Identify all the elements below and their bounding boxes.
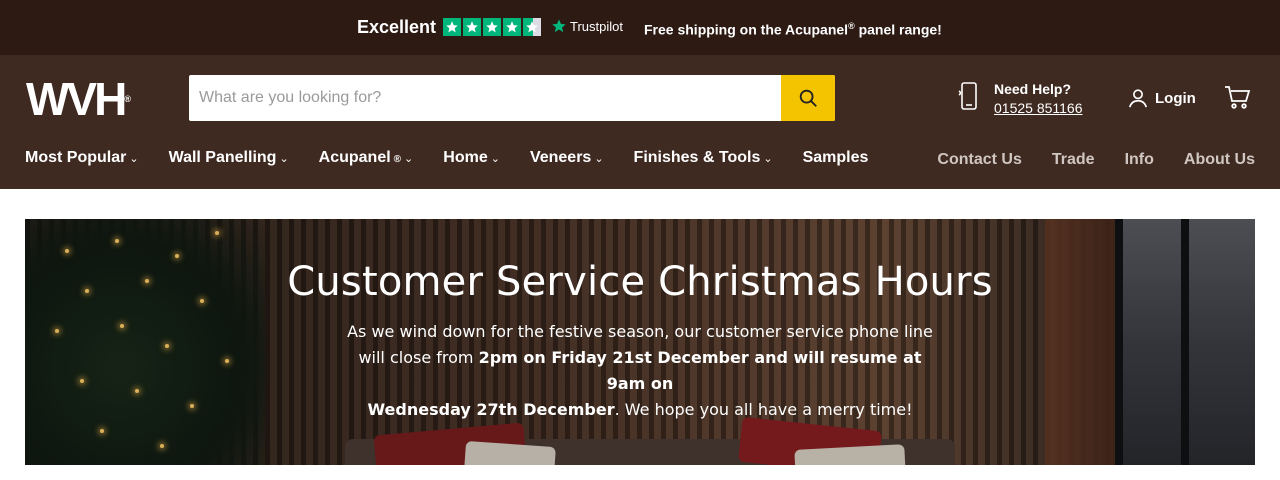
nav-label: Finishes & Tools	[633, 149, 761, 166]
help-contact: Need Help? 01525 851166	[958, 81, 1083, 116]
help-phone-link[interactable]: 01525 851166	[994, 100, 1083, 116]
trustpilot-label: Trustpilot	[570, 18, 623, 34]
trustpilot-logo[interactable]: Trustpilot	[551, 18, 623, 34]
cart-icon	[1225, 86, 1251, 109]
need-help-label: Need Help?	[994, 81, 1072, 97]
banner-message: As we wind down for the festive season, …	[340, 319, 940, 423]
search-button[interactable]	[781, 75, 835, 121]
nav-item-trade[interactable]: Trade	[1052, 151, 1095, 169]
cart-button[interactable]	[1223, 84, 1251, 115]
nav-item-finishes-tools[interactable]: Finishes & Tools ⌄	[634, 149, 773, 167]
chevron-down-icon: ⌄	[404, 153, 414, 165]
search-input[interactable]	[189, 75, 781, 121]
nav-item-wall-panelling[interactable]: Wall Panelling ⌄	[169, 149, 289, 167]
half-star-icon	[523, 18, 541, 36]
banner-text-line1: As we wind down for the festive season, …	[347, 322, 933, 341]
registered-mark: ®	[393, 154, 402, 165]
nav-item-most-popular[interactable]: Most Popular ⌄	[25, 149, 139, 167]
nav-label: Acupanel	[318, 149, 391, 166]
nav-label: Trade	[1051, 151, 1095, 168]
search-icon	[799, 89, 817, 107]
christmas-hours-banner[interactable]: Customer Service Christmas Hours As we w…	[25, 219, 1255, 465]
nav-label: Samples	[802, 149, 869, 166]
primary-nav: Most Popular ⌄ Wall Panelling ⌄ Acupanel ® ⌄…	[25, 149, 868, 167]
chevron-down-icon: ⌄	[279, 153, 289, 165]
nav-item-veneers[interactable]: Veneers ⌄	[530, 149, 604, 167]
nav-item-contact-us[interactable]: Contact Us	[937, 151, 1021, 169]
shipping-message: Free shipping on the Acupanel® panel ran…	[644, 21, 942, 38]
wvh-logo[interactable]: WVH®	[26, 76, 131, 122]
trustpilot-star-icon	[552, 19, 566, 33]
chevron-down-icon: ⌄	[763, 153, 773, 165]
chevron-down-icon: ⌄	[129, 153, 139, 165]
nav-label: Most Popular	[25, 149, 127, 166]
announcement-bar: Excellent Trustpilot Free shipping on th…	[0, 0, 1280, 55]
user-icon	[1128, 89, 1148, 108]
site-header: WVH® Need Help? 01525 851166 Login Most …	[0, 55, 1280, 189]
secondary-nav: Contact Us Trade Info About Us	[937, 151, 1255, 169]
star-icon	[503, 18, 521, 36]
nav-label: Home	[443, 149, 488, 166]
chevron-down-icon: ⌄	[594, 153, 604, 165]
nav-label: Info	[1124, 151, 1154, 168]
nav-item-info[interactable]: Info	[1125, 151, 1154, 169]
star-icon	[483, 18, 501, 36]
nav-item-about-us[interactable]: About Us	[1184, 151, 1255, 169]
nav-item-acupanel[interactable]: Acupanel ® ⌄	[319, 149, 414, 167]
nav-label: About Us	[1183, 151, 1255, 168]
search-bar	[189, 75, 835, 121]
chevron-down-icon: ⌄	[490, 153, 500, 165]
nav-label: Veneers	[529, 149, 592, 166]
shipping-text-end: panel range!	[854, 21, 942, 38]
rating-word: Excellent	[357, 17, 437, 37]
banner-text-line2-bold: 2pm on Friday 21st December and will res…	[478, 348, 922, 393]
banner-text-line2: will close from	[358, 348, 479, 367]
nav-label: Contact Us	[937, 151, 1022, 168]
star-icon	[443, 18, 461, 36]
star-icon	[463, 18, 481, 36]
banner-text-line3: . We hope you all have a merry time!	[614, 400, 913, 419]
login-link[interactable]: Login	[1127, 86, 1196, 110]
nav-label: Wall Panelling	[168, 149, 277, 166]
shipping-text: Free shipping on the Acupanel	[644, 21, 849, 38]
nav-item-samples[interactable]: Samples	[803, 149, 869, 167]
banner-title: Customer Service Christmas Hours	[287, 259, 993, 305]
phone-icon	[958, 82, 977, 110]
trustpilot-stars[interactable]	[443, 18, 541, 36]
logo-registered-mark: ®	[124, 94, 131, 104]
nav-item-home[interactable]: Home ⌄	[443, 149, 500, 167]
registered-mark: ®	[848, 21, 855, 31]
logo-text: WVH	[26, 73, 127, 125]
login-label: Login	[1155, 89, 1196, 107]
banner-text-line3-bold: Wednesday 27th December	[367, 400, 615, 419]
